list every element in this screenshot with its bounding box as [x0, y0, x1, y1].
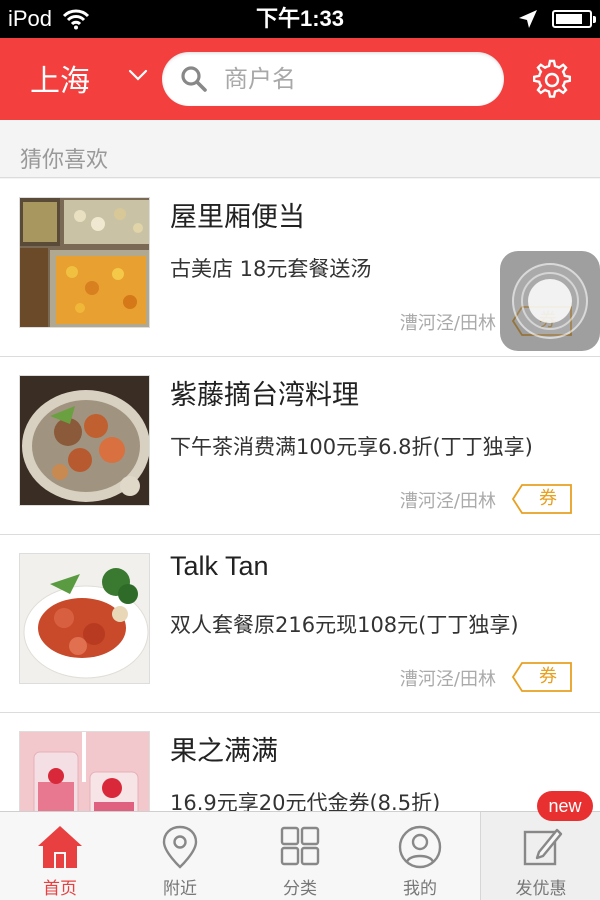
tab-post-deal[interactable]: 发优惠 — [480, 812, 600, 900]
list-item[interactable]: Talk Tan 双人套餐原216元现108元(丁丁独享) 漕河泾/田林 券 — [0, 535, 600, 713]
merchant-name: 紫藤摘台湾料理 — [170, 380, 359, 411]
city-selector[interactable]: 上海 — [30, 56, 90, 100]
merchant-photo — [19, 375, 150, 506]
merchant-location: 漕河泾/田林 — [399, 313, 496, 334]
section-header: 猜你喜欢 — [0, 120, 600, 178]
merchant-location: 漕河泾/田林 — [399, 491, 496, 512]
merchant-offer: 下午茶消费满100元享6.8折(丁丁独享) — [170, 435, 533, 459]
tab-home[interactable]: 首页 — [0, 812, 120, 900]
merchant-offer: 双人套餐原216元现108元(丁丁独享) — [170, 613, 519, 637]
merchant-photo — [19, 553, 150, 684]
tab-mine[interactable]: 我的 — [360, 812, 480, 900]
merchant-photo — [19, 197, 150, 328]
chevron-down-icon[interactable] — [128, 68, 148, 82]
merchant-name: Talk Tan — [170, 551, 269, 581]
merchant-offer: 16.9元享20元代金券(8.5折) — [170, 791, 441, 811]
tab-label: 我的 — [403, 879, 437, 899]
section-title: 猜你喜欢 — [20, 148, 109, 173]
status-bar: iPod 下午1:33 — [0, 0, 600, 38]
search-box[interactable] — [162, 52, 504, 106]
tab-label: 分类 — [283, 879, 317, 899]
battery-icon — [552, 10, 596, 28]
list-item[interactable]: 果之满满 16.9元享20元代金券(8.5折) — [0, 713, 600, 811]
tab-bar: 首页 附近 分类 我的 发优惠 — [0, 811, 600, 900]
tab-label: 发优惠 — [515, 879, 567, 899]
coupon-label: 券 — [539, 666, 557, 687]
list-item[interactable]: 紫藤摘台湾料理 下午茶消费满100元享6.8折(丁丁独享) 漕河泾/田林 券 — [0, 357, 600, 535]
city-label: 上海 — [30, 64, 90, 99]
merchant-location: 漕河泾/田林 — [399, 669, 496, 690]
tab-category[interactable]: 分类 — [240, 812, 360, 900]
tab-nearby[interactable]: 附近 — [120, 812, 240, 900]
edit-icon — [523, 828, 563, 866]
search-input[interactable] — [224, 65, 484, 93]
coupon-tag: 券 — [512, 662, 572, 692]
new-badge: new — [537, 791, 593, 821]
header-bar: 上海 — [0, 38, 600, 120]
merchant-photo — [19, 731, 150, 811]
gear-icon[interactable] — [530, 58, 574, 102]
merchant-offer: 古美店 18元套餐送汤 — [170, 257, 372, 281]
grid-icon — [280, 826, 320, 866]
tab-label: 首页 — [43, 879, 77, 899]
status-right — [518, 4, 596, 34]
merchant-name: 果之满满 — [170, 736, 278, 767]
home-icon — [38, 826, 82, 868]
tab-label: 附近 — [163, 879, 197, 899]
status-time: 下午1:33 — [255, 6, 345, 31]
search-icon — [180, 64, 210, 94]
coupon-label: 券 — [539, 488, 557, 509]
merchant-name: 屋里厢便当 — [170, 202, 305, 233]
user-icon — [398, 825, 442, 869]
coupon-tag: 券 — [512, 484, 572, 514]
location-arrow-icon — [519, 10, 537, 28]
assistive-touch-button[interactable] — [500, 251, 600, 351]
location-pin-icon — [162, 825, 198, 869]
